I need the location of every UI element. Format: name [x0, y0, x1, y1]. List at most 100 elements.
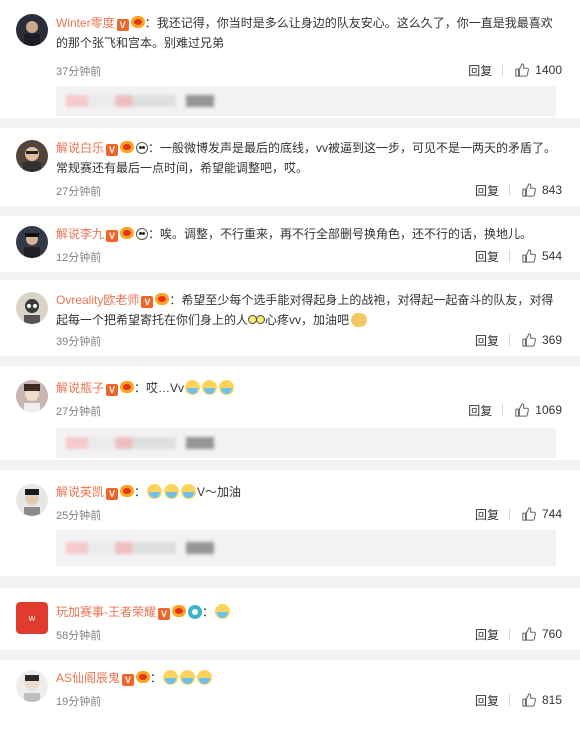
comment-time: 58分钟前 — [56, 630, 102, 642]
like-button[interactable]: 544 — [522, 249, 562, 263]
comment-card: 解说瓶子 V ：哎…Vv 27分钟前 回复 1069 — [4, 366, 576, 460]
sub-reply-preview[interactable] — [56, 530, 556, 566]
crying-emoji-icon — [202, 380, 218, 395]
sub-reply-preview[interactable] — [56, 428, 556, 458]
thumbs-up-icon — [522, 627, 536, 641]
comment-card: W 玩加赛事-王者荣耀 V： 58分钟前 回复 760 — [4, 588, 576, 650]
verified-badge-icon: V — [106, 488, 119, 500]
blurred-text — [66, 95, 176, 107]
comment-actions: 回复 1400 — [468, 60, 562, 80]
vip-badge-icon — [155, 293, 170, 305]
username[interactable]: 解说英凯 — [56, 485, 104, 499]
comment-card: Winter零度 V ：我还记得，你当时是多么让身边的队友安心。这么久了，你一直是我… — [4, 4, 576, 116]
divider — [502, 404, 504, 416]
avatar[interactable] — [16, 380, 48, 412]
crying-emoji-icon — [185, 380, 201, 395]
like-count: 544 — [541, 249, 562, 263]
avatar[interactable] — [16, 140, 48, 172]
reply-button[interactable]: 回复 — [475, 626, 499, 643]
username[interactable]: 解说瓶子 — [56, 381, 104, 395]
crying-emoji-icon — [164, 484, 180, 499]
comment-time: 37分钟前 — [56, 66, 102, 78]
reply-button[interactable]: 回复 — [475, 182, 499, 199]
divider — [508, 628, 510, 640]
crying-emoji-icon — [181, 484, 197, 499]
vip-badge-icon — [120, 381, 135, 393]
vip-badge-icon — [136, 671, 151, 683]
eyes-emoji-icon — [248, 314, 266, 326]
verified-badge-icon: V — [116, 19, 129, 31]
comment-meta: 12分钟前 回复 544 — [56, 246, 562, 266]
comment-actions: 回复 1069 — [468, 400, 562, 420]
like-button[interactable]: 1069 — [515, 403, 562, 417]
avatar[interactable] — [16, 226, 48, 258]
like-count: 815 — [541, 693, 562, 707]
like-button[interactable]: 744 — [522, 507, 562, 521]
verified-badge-icon: V — [106, 384, 119, 396]
comment-text: 哎…Vv — [146, 381, 185, 395]
comment-content: Ovreality欧老师 V ：希望至少每个选手能对得起身上的战袍，对得起一起奋斗的… — [56, 293, 554, 327]
divider — [508, 250, 510, 262]
comment-content: 玩加赛事-王者荣耀 V： — [56, 602, 562, 622]
avatar[interactable] — [16, 670, 48, 702]
like-button[interactable]: 760 — [522, 627, 562, 641]
blurred-text — [66, 542, 176, 554]
like-button[interactable]: 843 — [522, 183, 562, 197]
comment-actions: 回复 744 — [475, 504, 562, 524]
card-gap — [0, 650, 580, 660]
reply-button[interactable]: 回复 — [475, 692, 499, 709]
comment-text: 唉。调整，不行重来，再不行全部删号换角色，还不行的话，换地儿。 — [160, 227, 533, 241]
thumbs-up-icon — [522, 333, 536, 347]
comment-meta: 19分钟前 回复 815 — [56, 690, 562, 710]
thumbs-up-icon — [522, 507, 536, 521]
verified-badge-icon: V — [141, 296, 154, 308]
crying-emoji-icon — [163, 670, 179, 685]
blurred-text — [186, 437, 214, 449]
comment-actions: 回复 815 — [475, 690, 562, 710]
verified-badge-icon: V — [158, 608, 170, 620]
username[interactable]: Winter零度 — [56, 16, 115, 30]
like-button[interactable]: 815 — [522, 693, 562, 707]
comment-content: 解说李九 V ：唉。调整，不行重来，再不行全部删号换角色，还不行的话，换地儿。 — [56, 227, 533, 242]
comment-time: 39分钟前 — [56, 336, 102, 348]
comment-time: 25分钟前 — [56, 510, 102, 522]
crying-emoji-icon — [215, 604, 231, 619]
comment-content: 解说瓶子 V ：哎…Vv — [56, 378, 562, 398]
sub-reply-preview[interactable] — [56, 86, 556, 116]
verified-badge-icon: V — [106, 144, 119, 156]
reply-button[interactable]: 回复 — [475, 506, 499, 523]
avatar[interactable] — [16, 14, 48, 46]
comment-meta: 39分钟前 回复 369 — [56, 330, 562, 350]
avatar[interactable] — [16, 484, 48, 516]
username[interactable]: AS仙阁辰鬼 — [56, 671, 120, 685]
verified-badge-icon: V — [122, 674, 135, 686]
avatar[interactable]: W — [16, 602, 48, 634]
like-count: 1069 — [535, 403, 562, 417]
vip-badge-icon — [120, 141, 135, 153]
comment-actions: 回复 843 — [475, 180, 562, 200]
reply-button[interactable]: 回复 — [468, 402, 492, 419]
divider — [508, 694, 510, 706]
svg-text:W: W — [29, 615, 36, 623]
username[interactable]: Ovreality欧老师 — [56, 293, 139, 307]
divider — [508, 508, 510, 520]
vip-badge-icon — [120, 485, 135, 497]
like-count: 1400 — [535, 63, 562, 77]
thumbs-up-icon — [522, 249, 536, 263]
username[interactable]: 解说白乐 — [56, 141, 104, 155]
like-button[interactable]: 369 — [522, 333, 562, 347]
card-gap — [0, 460, 580, 470]
comment-card: Ovreality欧老师 V ：希望至少每个选手能对得起身上的战袍，对得起一起奋斗的… — [4, 280, 576, 356]
reply-button[interactable]: 回复 — [475, 332, 499, 349]
username[interactable]: 玩加赛事-王者荣耀 — [56, 605, 156, 619]
thumbs-up-icon — [515, 403, 530, 417]
avatar[interactable] — [16, 292, 48, 324]
like-button[interactable]: 1400 — [515, 63, 562, 77]
like-count: 843 — [541, 183, 562, 197]
thumbs-up-icon — [522, 693, 536, 707]
vip-badge-icon — [172, 605, 186, 617]
card-gap — [0, 206, 580, 216]
reply-button[interactable]: 回复 — [468, 62, 492, 79]
username[interactable]: 解说李九 — [56, 227, 104, 241]
reply-button[interactable]: 回复 — [475, 248, 499, 265]
